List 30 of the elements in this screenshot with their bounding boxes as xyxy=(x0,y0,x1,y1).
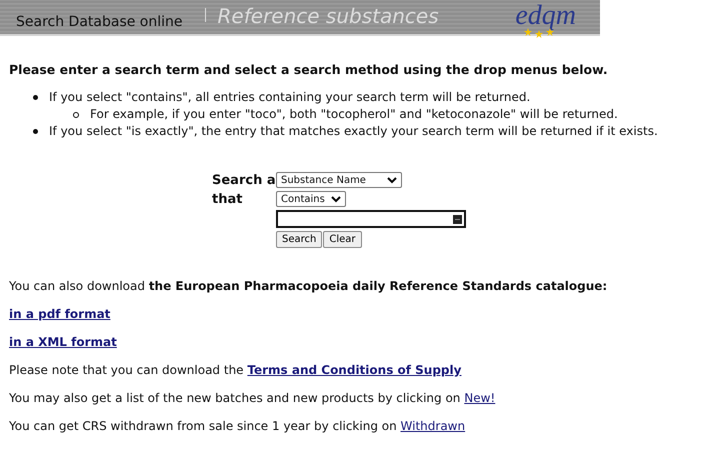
note-link[interactable]: Terms and Conditions of Supply xyxy=(247,363,462,377)
bullet-icon xyxy=(33,129,38,134)
instructions-heading: Please enter a search term and select a search method using the drop menus below. xyxy=(9,62,609,77)
form-label: Search a xyxy=(212,172,276,190)
bullet-text: If you select "contains", all entries containing your search term will be returned. xyxy=(49,89,530,106)
form-label: that xyxy=(212,191,244,209)
download-link[interactable]: in a XML format xyxy=(9,335,117,349)
field-dropdown[interactable]: Substance Name xyxy=(276,172,402,188)
catalogue-text: You can also download the European Pharmacopoeia daily Reference Standards catalogue: xyxy=(9,278,608,294)
chevron-icon xyxy=(387,176,397,184)
stars-icon xyxy=(524,28,554,38)
note-text: You may also get a list of the new batches and new products by clicking on New! xyxy=(9,390,496,406)
search-field[interactable] xyxy=(276,210,466,228)
separator-bar xyxy=(204,8,206,22)
note-link[interactable]: New! xyxy=(464,391,496,405)
bullet-icon xyxy=(73,112,79,118)
note-link[interactable]: Withdrawn xyxy=(400,419,466,433)
clear-button[interactable]: Clear xyxy=(323,231,362,248)
note-text: Please note that you can download the Terms and Conditions of Supply xyxy=(9,362,462,378)
bullet-text: For example, if you enter "toco", both "tocopherol" and "ketoconazole" will be returned. xyxy=(90,106,618,123)
search-button[interactable]: Search xyxy=(276,231,322,248)
download-link[interactable]: in a pdf format xyxy=(9,307,110,321)
logo-text: edqm xyxy=(515,2,576,30)
bullet-text: If you select "is exactly", the entry that matches exactly your search term will be returned if it exists. xyxy=(49,123,658,140)
section-title: Reference substances xyxy=(218,4,439,28)
chevron-icon xyxy=(330,196,341,202)
note-text: You can get CRS withdrawn from sale since 1 year by clicking on Withdrawn xyxy=(9,418,466,434)
method-dropdown[interactable]: Contains xyxy=(276,191,346,207)
bullet-icon xyxy=(33,95,38,100)
site-title: Search Database online xyxy=(16,14,183,30)
